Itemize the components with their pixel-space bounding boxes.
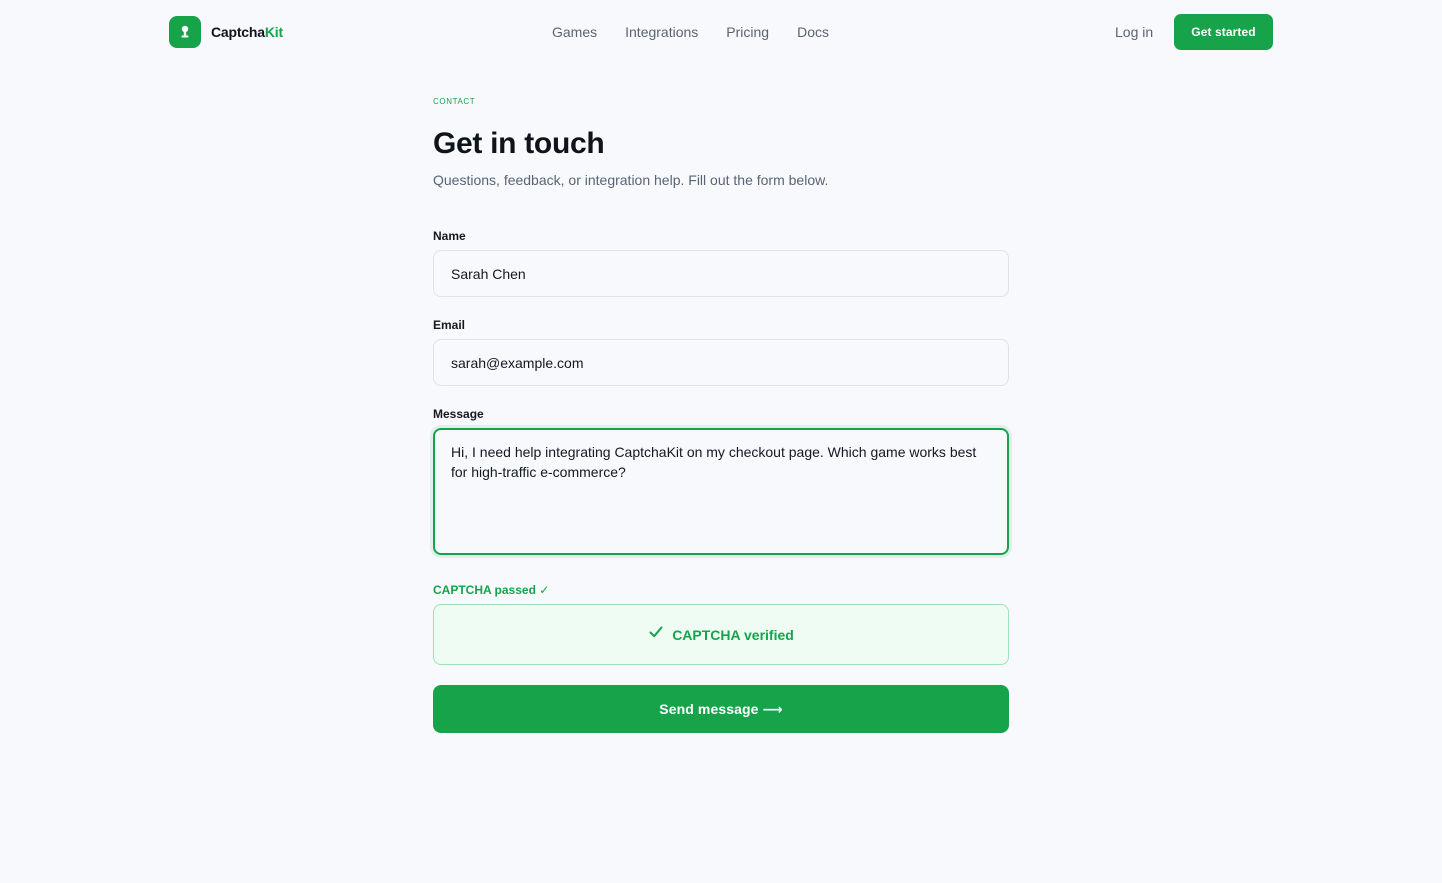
message-field[interactable]: Hi, I need help integrating CaptchaKit o… [433,428,1009,555]
brand-name-accent: Kit [264,24,283,40]
send-message-button[interactable]: Send message ⟶ [433,685,1009,733]
page-title: Get in touch [433,127,605,160]
nav-item-games[interactable]: Games [552,23,597,41]
nav-item-integrations[interactable]: Integrations [625,23,698,41]
email-label: Email [433,318,466,332]
checkmark-icon [648,624,664,645]
brand-name-main: Captcha [211,24,265,40]
get-started-button[interactable]: Get started [1174,14,1273,50]
captcha-verified-text: CAPTCHA verified [672,626,794,643]
name-label: Name [433,229,466,243]
arrow-right-icon: ⟶ [762,700,783,717]
email-field[interactable] [433,339,1009,386]
captcha-widget: CAPTCHA verified [433,604,1009,665]
nav-item-pricing[interactable]: Pricing [726,23,769,41]
main-nav: Games Integrations Pricing Docs [552,23,829,41]
message-label: Message [433,407,484,421]
contact-section: CONTACT Get in touch Questions, feedback… [433,96,1009,733]
nav-item-docs[interactable]: Docs [797,23,829,41]
section-eyebrow: CONTACT [433,97,476,106]
site-header: CaptchaKit Games Integrations Pricing Do… [0,0,1442,64]
name-field[interactable] [433,250,1009,297]
page-subtitle: Questions, feedback, or integration help… [433,172,829,188]
keyhole-icon [169,16,201,48]
brand-name: CaptchaKit [211,24,283,40]
login-link[interactable]: Log in [1115,23,1153,41]
captcha-status: CAPTCHA passed ✓ [433,583,550,597]
send-message-label: Send message [659,701,759,717]
logo-link[interactable]: CaptchaKit [169,16,283,48]
